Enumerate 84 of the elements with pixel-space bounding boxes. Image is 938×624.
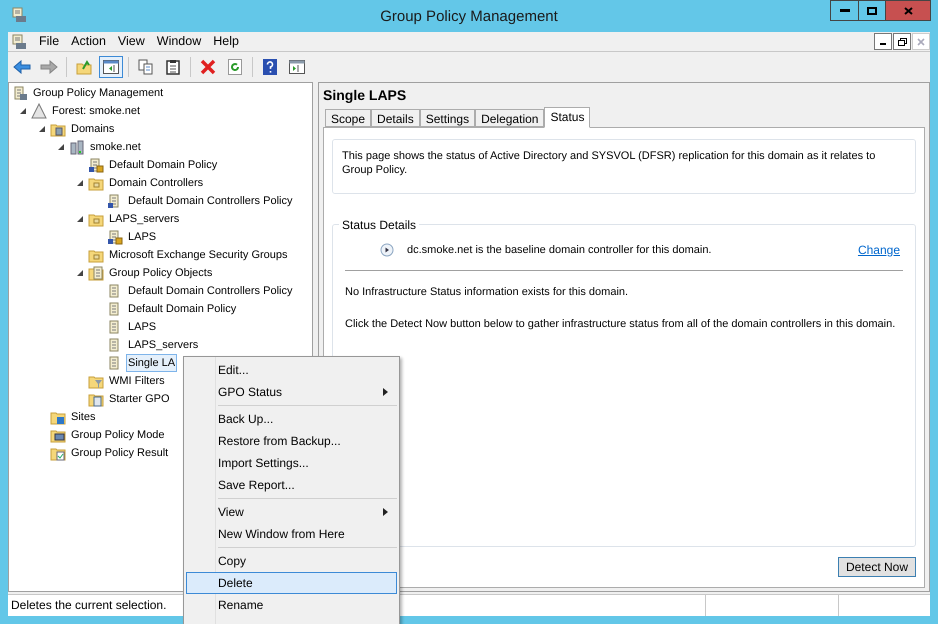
linked-scroll-icon: [107, 229, 123, 245]
panel-icon: [289, 60, 305, 74]
tree-item[interactable]: LAPS: [126, 228, 158, 246]
menu-item[interactable]: New Window from Here: [186, 523, 397, 545]
tree-item[interactable]: Default Domain Policy: [126, 300, 238, 318]
minimize-button[interactable]: [874, 33, 892, 50]
folder-up-icon: [76, 58, 92, 74]
play-circle-icon: [380, 243, 394, 257]
window-title: Group Policy Management: [379, 7, 559, 27]
tree-item[interactable]: Default Domain Controllers Policy: [126, 192, 294, 210]
tab[interactable]: Details: [371, 109, 420, 127]
status-text: No Infrastructure Status information exists for this domain.: [345, 285, 630, 300]
expander-icon[interactable]: [76, 270, 84, 276]
console-icon: [12, 85, 28, 101]
expander-icon[interactable]: [38, 126, 46, 132]
restore-button[interactable]: [893, 33, 911, 50]
tab[interactable]: Status: [544, 107, 590, 128]
folder-icon: [88, 265, 104, 281]
close-icon: [917, 38, 925, 46]
clipboard-icon: [166, 58, 180, 74]
submenu-arrow-icon: [383, 508, 388, 516]
tree-item[interactable]: Sites: [69, 408, 98, 426]
menu-item[interactable]: View: [186, 501, 397, 523]
menu-item[interactable]: GPO Status: [186, 381, 397, 403]
menu-item[interactable]: Rename: [186, 594, 397, 616]
menu-item[interactable]: View: [112, 32, 151, 51]
menu-item[interactable]: Back Up...: [186, 408, 397, 430]
tree-item[interactable]: LAPS_servers: [107, 210, 182, 228]
expander-icon[interactable]: [76, 180, 84, 186]
tree-item[interactable]: Microsoft Exchange Security Groups: [107, 246, 290, 264]
triangle-icon: [31, 103, 47, 119]
menu-item[interactable]: Copy: [186, 550, 397, 572]
server-icon: [69, 139, 85, 155]
restore-icon: [898, 38, 906, 46]
tree-item[interactable]: Default Domain Controllers Policy: [126, 282, 294, 300]
tree-item[interactable]: Default Domain Policy: [107, 156, 220, 174]
tree-item[interactable]: WMI Filters: [107, 372, 167, 390]
expander-icon[interactable]: [20, 108, 26, 114]
back-arrow-icon: [13, 60, 31, 74]
linked-scroll-icon: [88, 157, 104, 173]
tab[interactable]: Settings: [420, 109, 476, 127]
pane-title: Single LAPS: [323, 86, 408, 104]
tree-item[interactable]: Group Policy Result: [69, 444, 170, 462]
change-link[interactable]: Change: [858, 241, 900, 259]
close-button[interactable]: [885, 0, 931, 21]
tab[interactable]: Scope: [325, 109, 372, 127]
tree-item[interactable]: Starter GPO: [107, 390, 172, 408]
expander-icon[interactable]: [76, 216, 84, 222]
tab[interactable]: Delegation: [475, 109, 544, 127]
menu-item[interactable]: Import Settings...: [186, 452, 397, 474]
tree-item[interactable]: Single LA: [126, 354, 178, 372]
detect-now-button[interactable]: Detect Now: [838, 557, 916, 577]
menu-item[interactable]: Restore from Backup...: [186, 430, 397, 452]
tree-item[interactable]: LAPS: [126, 318, 158, 336]
instruction-text: Click the Detect Now button below to gather infrastructure status from all of the domain controllers in this domain.: [345, 316, 896, 332]
tree-item[interactable]: LAPS_servers: [126, 336, 200, 354]
tree-item[interactable]: Group Policy Mode: [69, 426, 167, 444]
expander-icon[interactable]: [58, 144, 64, 150]
baseline-text: dc.smoke.net is the baseline domain controller for this domain.: [407, 242, 712, 258]
console-icon: [11, 7, 27, 23]
menu-item[interactable]: Save Report...: [186, 474, 397, 496]
menu-item[interactable]: File: [33, 32, 66, 51]
delete-x-icon: [200, 58, 216, 74]
tree-item[interactable]: Forest: smoke.net: [50, 102, 142, 120]
panel-icon: [103, 60, 119, 74]
forward-arrow-icon: [40, 60, 58, 74]
tree-item[interactable]: smoke.net: [88, 138, 143, 156]
minimize-button[interactable]: [830, 0, 859, 21]
submenu-arrow-icon: [383, 388, 388, 396]
toolbar-button[interactable]: [99, 56, 123, 78]
tree-item[interactable]: Domains: [69, 120, 116, 138]
console-icon: [11, 34, 27, 50]
menu-item[interactable]: Action: [65, 32, 112, 51]
intro-text: This page shows the status of Active Directory and SYSVOL (DFSR) replication for this domain as it relates to Group Policy.: [342, 149, 876, 177]
close-icon: [904, 6, 912, 14]
tree-item[interactable]: Domain Controllers: [107, 174, 206, 192]
menu-item[interactable]: Window: [150, 32, 208, 51]
copy-icon: [138, 58, 154, 74]
menu-item[interactable]: Edit...: [186, 359, 397, 381]
menu-item[interactable]: Delete: [186, 572, 397, 594]
tree-item[interactable]: Group Policy Objects: [107, 264, 214, 282]
menu-item[interactable]: Help: [207, 32, 245, 51]
refresh-icon: [228, 58, 242, 74]
tree-item[interactable]: Group Policy Management: [31, 84, 166, 102]
